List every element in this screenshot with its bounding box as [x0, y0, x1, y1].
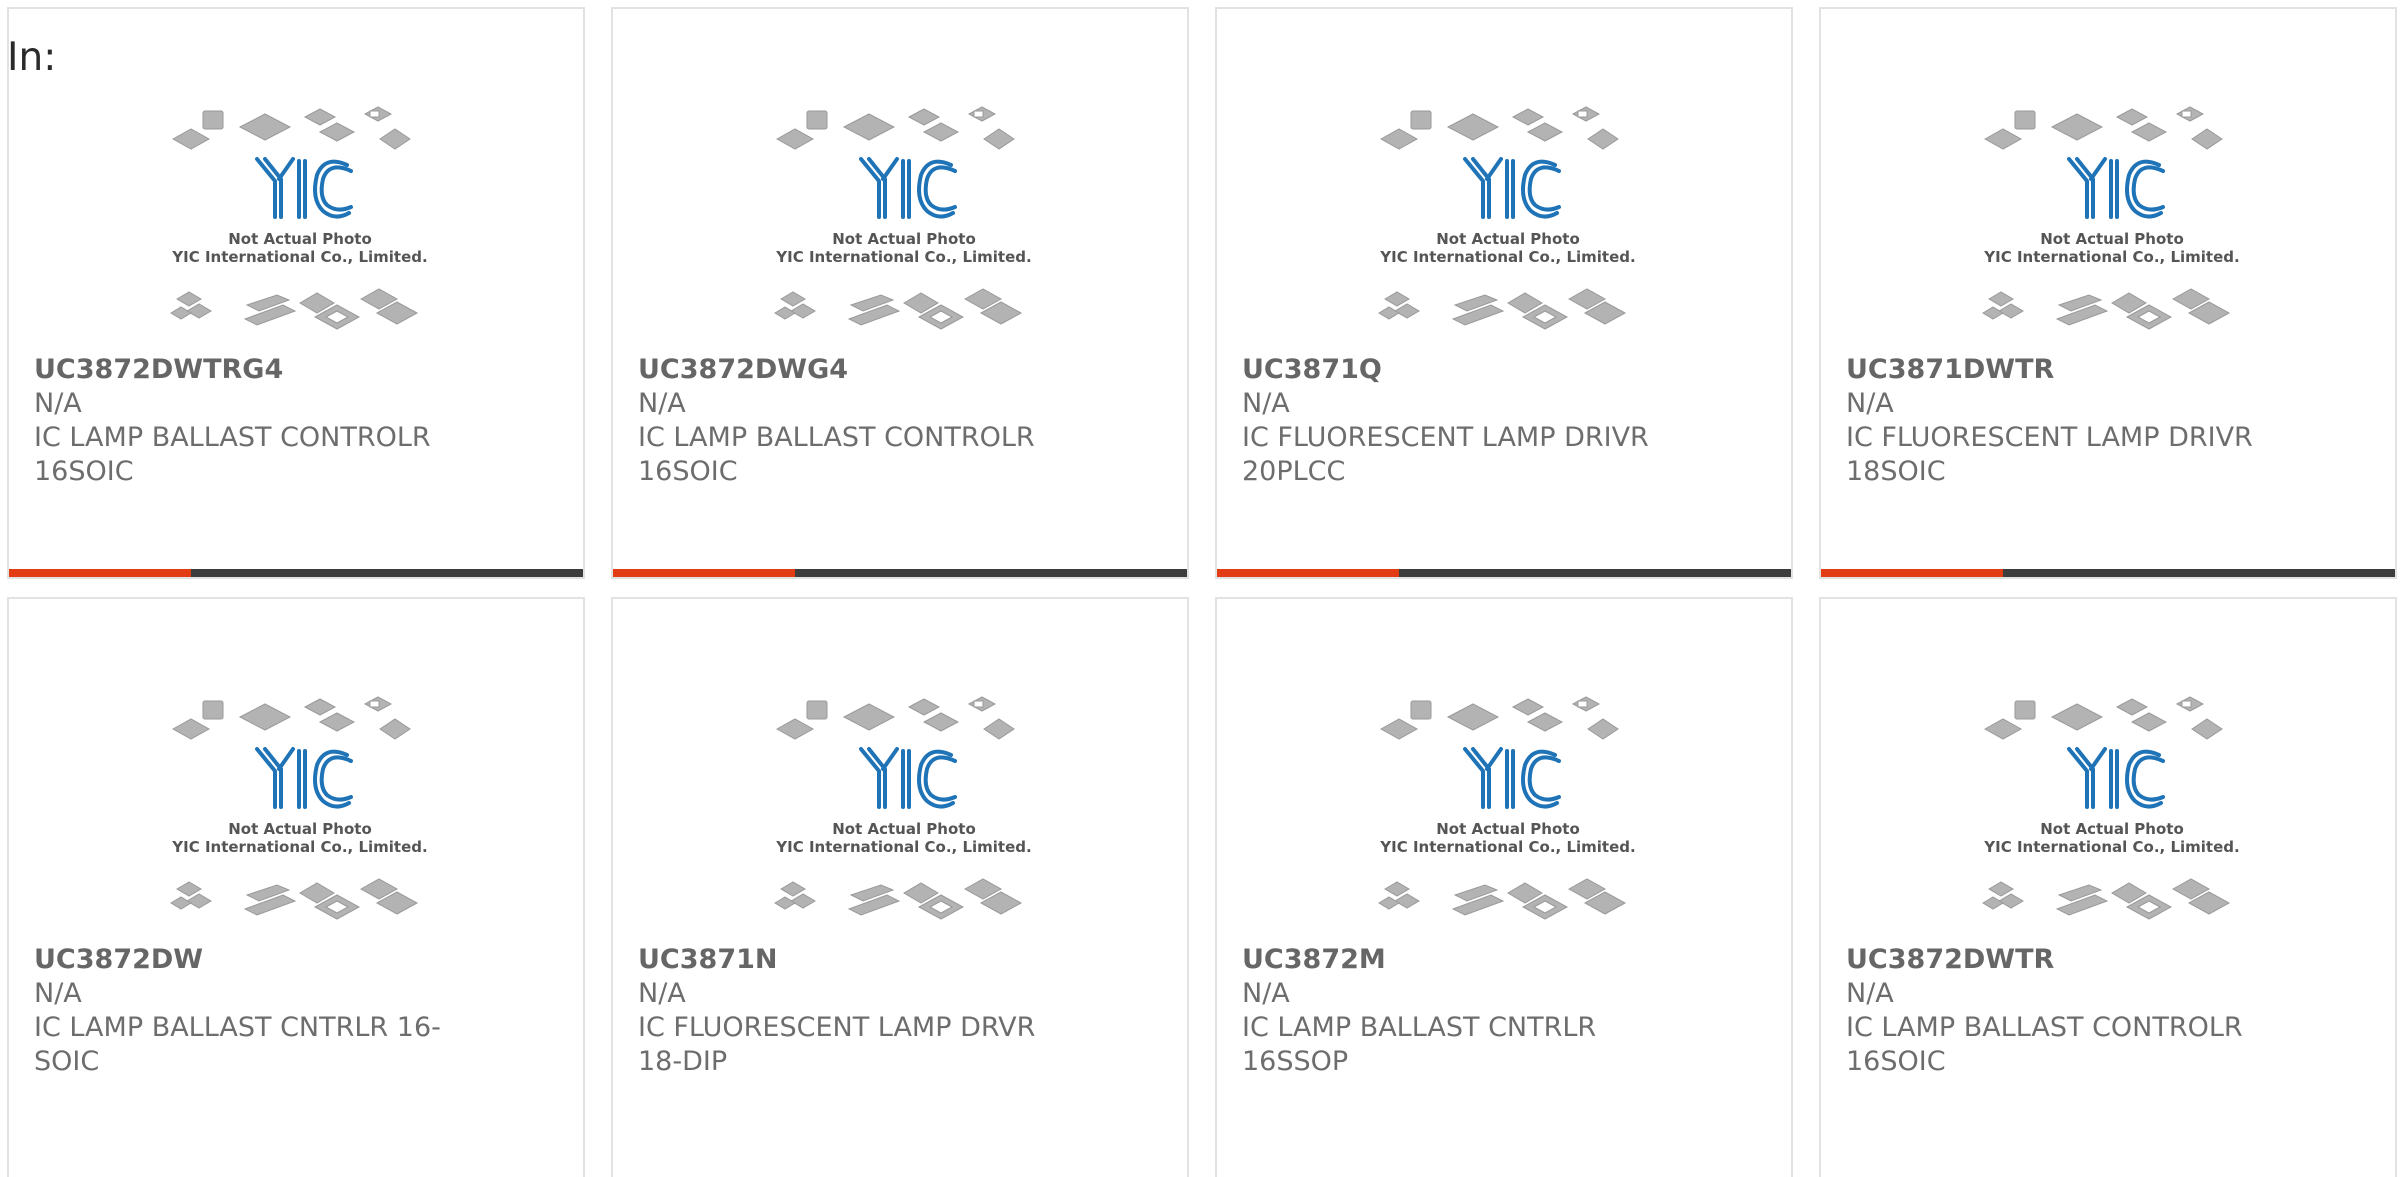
svg-text:Not Actual Photo: Not Actual Photo	[1436, 820, 1580, 838]
product-card[interactable]: Not Actual Photo YIC International Co., …	[7, 597, 585, 1177]
description: IC LAMP BALLAST CONTROLR 16SOIC	[1846, 1012, 2243, 1077]
in-label: In:	[7, 35, 57, 80]
svg-text:Not Actual Photo: Not Actual Photo	[832, 820, 976, 838]
card-bottom-bar	[1821, 569, 2395, 577]
chip-placeholder-icon: Not Actual Photo YIC International Co., …	[165, 689, 435, 939]
product-grid: Not Actual Photo YIC International Co., …	[0, 0, 2400, 1177]
svg-text:Not Actual Photo: Not Actual Photo	[228, 820, 372, 838]
manufacturer: N/A	[1242, 978, 1290, 1009]
svg-text:Not Actual Photo: Not Actual Photo	[2040, 230, 2184, 248]
description: IC LAMP BALLAST CNTRLR 16-SOIC	[34, 1012, 441, 1077]
description: IC LAMP BALLAST CONTROLR 16SOIC	[34, 422, 431, 487]
svg-text:YIC International Co., Limited: YIC International Co., Limited.	[775, 838, 1031, 856]
card-bottom-bar	[9, 569, 583, 577]
svg-text:Not Actual Photo: Not Actual Photo	[832, 230, 976, 248]
svg-text:YIC International Co., Limited: YIC International Co., Limited.	[775, 248, 1031, 266]
part-number[interactable]: UC3872DWG4	[638, 353, 1158, 387]
manufacturer: N/A	[34, 978, 82, 1009]
manufacturer: N/A	[638, 978, 686, 1009]
svg-text:YIC International Co., Limited: YIC International Co., Limited.	[171, 248, 427, 266]
part-number[interactable]: UC3872DWTRG4	[34, 353, 554, 387]
description: IC FLUORESCENT LAMP DRIVR 18SOIC	[1846, 422, 2253, 487]
description: IC LAMP BALLAST CNTRLR 16SSOP	[1242, 1012, 1597, 1077]
svg-text:Not Actual Photo: Not Actual Photo	[2040, 820, 2184, 838]
card-accent-bar	[9, 569, 191, 577]
product-card[interactable]: Not Actual Photo YIC International Co., …	[1215, 597, 1793, 1177]
svg-text:YIC International Co., Limited: YIC International Co., Limited.	[1379, 248, 1635, 266]
part-number[interactable]: UC3872M	[1242, 943, 1762, 977]
chip-placeholder-icon: Not Actual Photo YIC International Co., …	[165, 99, 435, 349]
chip-placeholder-icon: Not Actual Photo YIC International Co., …	[769, 689, 1039, 939]
product-card[interactable]: Not Actual Photo YIC International Co., …	[1819, 7, 2397, 579]
svg-text:YIC International Co., Limited: YIC International Co., Limited.	[171, 838, 427, 856]
description: IC FLUORESCENT LAMP DRVR 18-DIP	[638, 1012, 1036, 1077]
card-accent-bar	[613, 569, 795, 577]
svg-text:Not Actual Photo: Not Actual Photo	[1436, 230, 1580, 248]
svg-text:YIC International Co., Limited: YIC International Co., Limited.	[1983, 838, 2239, 856]
part-number[interactable]: UC3872DW	[34, 943, 554, 977]
card-bottom-bar	[613, 569, 1187, 577]
chip-placeholder-icon: Not Actual Photo YIC International Co., …	[1977, 689, 2247, 939]
svg-text:Not Actual Photo: Not Actual Photo	[228, 230, 372, 248]
product-card[interactable]: Not Actual Photo YIC International Co., …	[7, 7, 585, 579]
description: IC FLUORESCENT LAMP DRIVR 20PLCC	[1242, 422, 1649, 487]
card-accent-bar	[1821, 569, 2003, 577]
chip-placeholder-icon: Not Actual Photo YIC International Co., …	[1373, 99, 1643, 349]
manufacturer: N/A	[638, 388, 686, 419]
product-card[interactable]: Not Actual Photo YIC International Co., …	[611, 597, 1189, 1177]
part-number[interactable]: UC3871Q	[1242, 353, 1762, 387]
svg-text:YIC International Co., Limited: YIC International Co., Limited.	[1983, 248, 2239, 266]
chip-placeholder-icon: Not Actual Photo YIC International Co., …	[769, 99, 1039, 349]
part-number[interactable]: UC3871N	[638, 943, 1158, 977]
manufacturer: N/A	[1242, 388, 1290, 419]
part-number[interactable]: UC3872DWTR	[1846, 943, 2366, 977]
product-card[interactable]: Not Actual Photo YIC International Co., …	[1215, 7, 1793, 579]
product-card[interactable]: Not Actual Photo YIC International Co., …	[1819, 597, 2397, 1177]
card-bottom-bar	[1217, 569, 1791, 577]
manufacturer: N/A	[34, 388, 82, 419]
svg-text:YIC International Co., Limited: YIC International Co., Limited.	[1379, 838, 1635, 856]
part-number[interactable]: UC3871DWTR	[1846, 353, 2366, 387]
chip-placeholder-icon: Not Actual Photo YIC International Co., …	[1977, 99, 2247, 349]
manufacturer: N/A	[1846, 388, 1894, 419]
card-accent-bar	[1217, 569, 1399, 577]
description: IC LAMP BALLAST CONTROLR 16SOIC	[638, 422, 1035, 487]
chip-placeholder-icon: Not Actual Photo YIC International Co., …	[1373, 689, 1643, 939]
product-card[interactable]: Not Actual Photo YIC International Co., …	[611, 7, 1189, 579]
manufacturer: N/A	[1846, 978, 1894, 1009]
